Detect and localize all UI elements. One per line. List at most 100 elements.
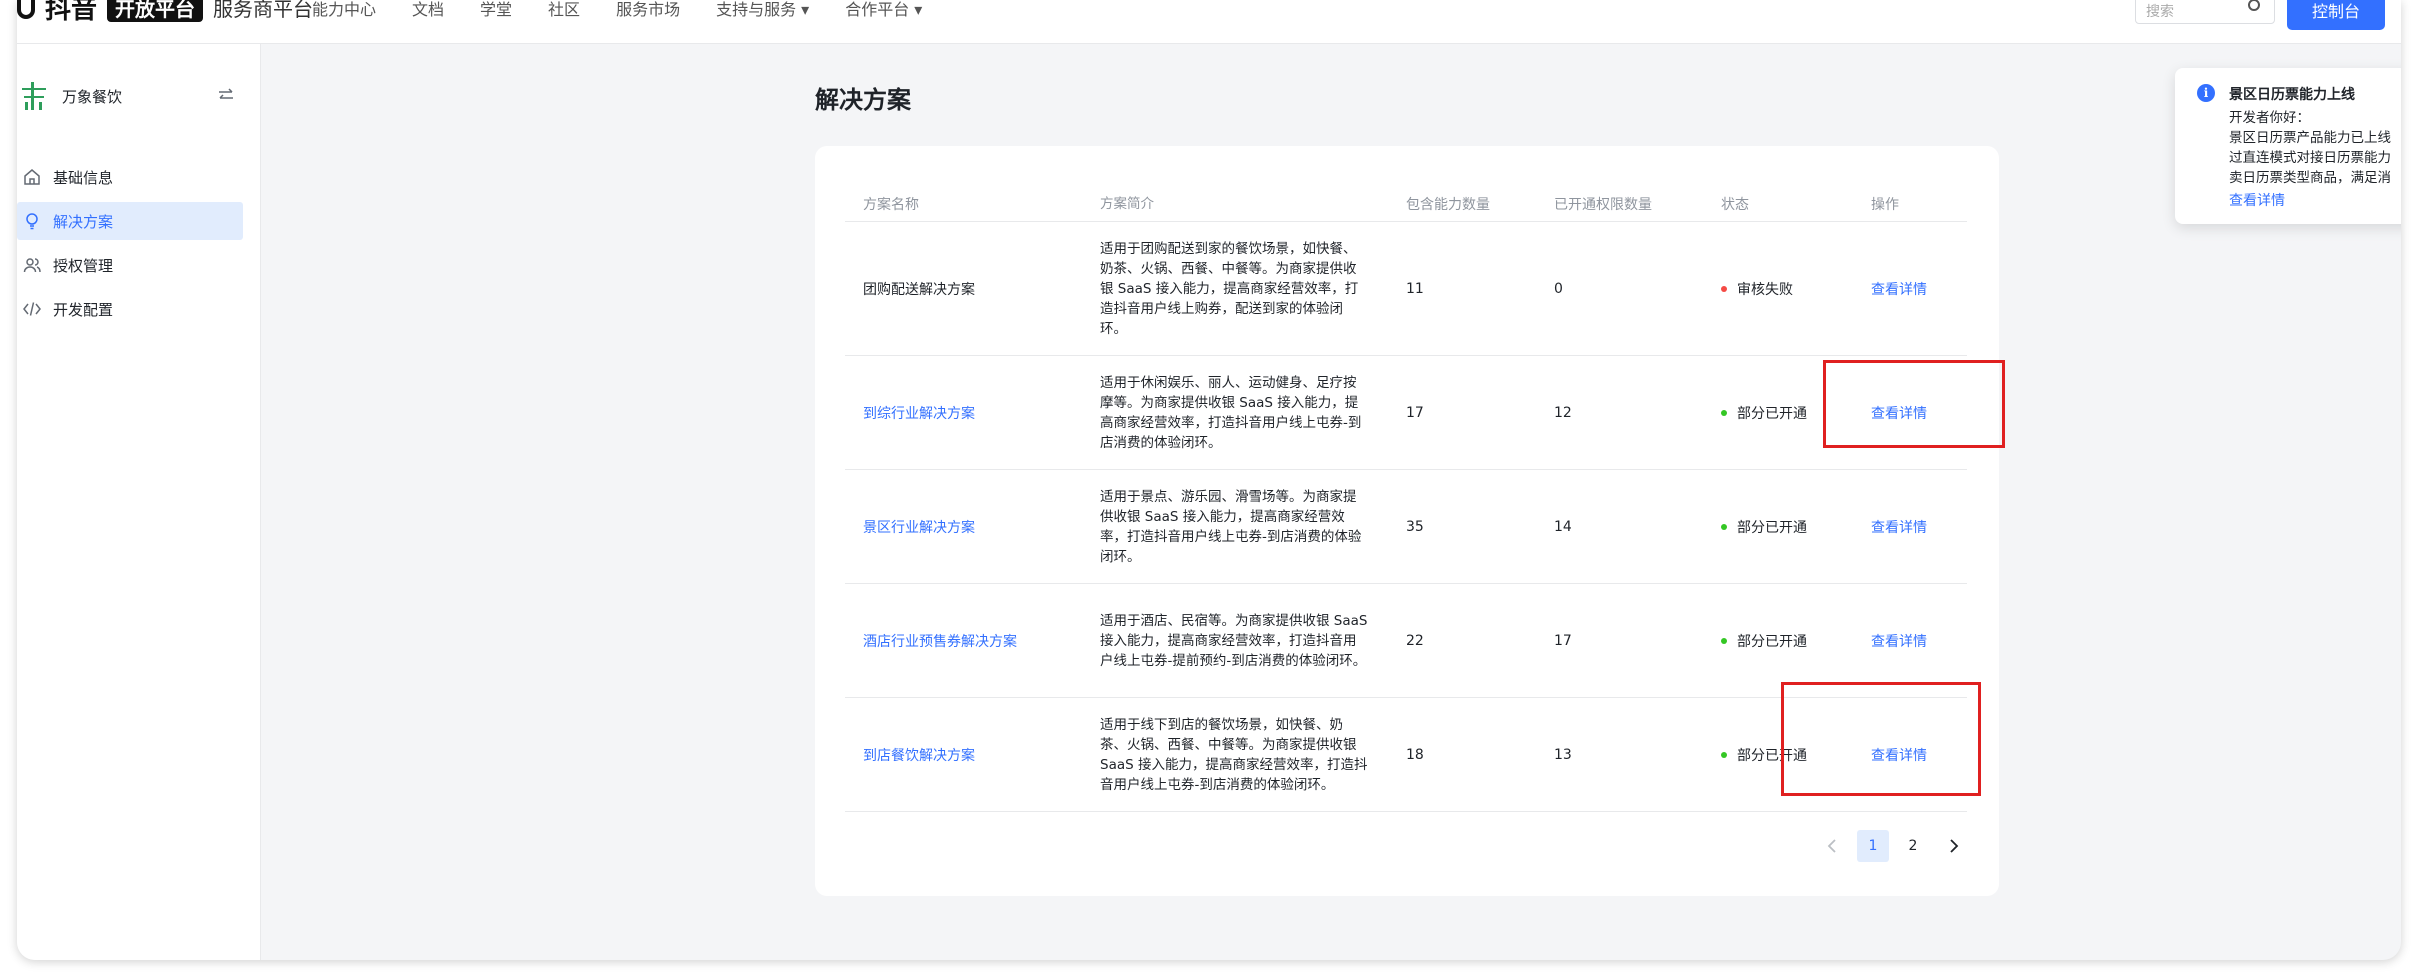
sidebar-item-label: 授权管理 [53, 256, 114, 275]
status-text: 部分已开通 [1737, 519, 1807, 536]
users-icon [23, 258, 41, 273]
solution-name-link[interactable]: 到综行业解决方案 [845, 403, 1082, 423]
annotation-box [1823, 360, 2005, 448]
brand-subtitle: 服务商平台 [213, 0, 314, 21]
ability-count: 11 [1406, 280, 1424, 297]
sidebar-item-authorization[interactable]: 授权管理 [17, 246, 261, 284]
search-input[interactable]: 搜索 [2135, 0, 2275, 24]
page-number[interactable]: 1 [1857, 830, 1889, 862]
status-dot [1721, 523, 1727, 530]
sidebar-item-label: 基础信息 [53, 168, 114, 187]
annotation-box [1781, 682, 1981, 796]
ability-count: 18 [1406, 746, 1424, 763]
column-header: 包含能力数量 [1406, 196, 1490, 213]
status-dot [1721, 409, 1727, 416]
nav-item[interactable]: 学堂 [480, 0, 512, 20]
column-header: 已开通权限数量 [1554, 196, 1652, 213]
solution-name-link[interactable]: 酒店行业预售券解决方案 [845, 631, 1082, 651]
page-title: 解决方案 [815, 86, 911, 114]
ability-count: 22 [1406, 632, 1424, 649]
view-details-link[interactable]: 查看详情 [1853, 631, 1967, 651]
notification-greeting: 开发者你好： [2229, 110, 2310, 126]
brand-logo[interactable]: 抖音 开放平台 服务商平台 [17, 0, 314, 25]
notification-card: i 景区日历票能力上线 开发者你好： 景区日历票产品能力已上线 过直连模式对接日… [2175, 68, 2401, 224]
douyin-icon [17, 0, 35, 19]
notification-line: 过直连模式对接日历票能力 [2229, 150, 2391, 166]
home-icon [24, 169, 40, 185]
table-row: 团购配送解决方案 适用于团购配送到家的餐饮场景，如快餐、奶茶、火锅、西餐、中餐等… [845, 222, 1967, 356]
nav-item[interactable]: 社区 [548, 0, 580, 20]
table-header: 方案名称 方案简介 包含能力数量 已开通权限数量 状态 操作 [845, 186, 1967, 222]
top-nav: 抖音 开放平台 服务商平台 能力中心 文档 学堂 社区 服务市场 支持与服务 ▾… [17, 0, 2401, 44]
app-header: 万象餐饮 [17, 78, 261, 114]
notification-body: 开发者你好： 景区日历票产品能力已上线 过直连模式对接日历票能力 卖日历票类型商… [2229, 108, 2391, 188]
view-details-link[interactable]: 查看详情 [1853, 517, 1967, 537]
status-text: 部分已开通 [1737, 633, 1807, 650]
notification-line: 景区日历票产品能力已上线 [2229, 130, 2391, 146]
nav-item[interactable]: 支持与服务 ▾ [716, 0, 809, 20]
app-window: 抖音 开放平台 服务商平台 能力中心 文档 学堂 社区 服务市场 支持与服务 ▾… [17, 0, 2401, 960]
search-icon[interactable] [2248, 0, 2260, 11]
status-badge: 审核失败 [1703, 279, 1853, 299]
nav-item[interactable]: 服务市场 [616, 0, 680, 20]
status-badge: 部分已开通 [1703, 517, 1853, 537]
sidebar-item-label: 解决方案 [53, 212, 114, 231]
info-icon: i [2197, 84, 2215, 102]
status-text: 审核失败 [1737, 281, 1793, 298]
brand-name: 抖音 [45, 0, 98, 25]
console-button[interactable]: 控制台 [2287, 0, 2385, 30]
opened-count: 17 [1554, 632, 1572, 649]
column-header: 操作 [1871, 196, 1899, 213]
code-icon [23, 302, 41, 316]
opened-count: 0 [1554, 280, 1563, 297]
nav-item[interactable]: 文档 [412, 0, 444, 20]
notification-details-link[interactable]: 查看详情 [2229, 190, 2285, 210]
notification-title: 景区日历票能力上线 [2229, 87, 2355, 103]
notification-line: 卖日历票类型商品，满足消 [2229, 170, 2391, 186]
view-details-link[interactable]: 查看详情 [1853, 279, 1967, 299]
column-header: 状态 [1721, 196, 1749, 213]
column-header: 方案名称 [863, 196, 919, 213]
next-page-icon[interactable] [1937, 830, 1969, 862]
status-badge: 部分已开通 [1703, 631, 1853, 651]
sidebar: 万象餐饮 基础信息 解决方案 授权管理 开发配置 [17, 44, 261, 960]
ability-count: 35 [1406, 518, 1424, 535]
opened-count: 14 [1554, 518, 1572, 535]
solution-description: 适用于休闲娱乐、丽人、运动健身、足疗按摩等。为商家提供收银 SaaS 接入能力，… [1100, 374, 1362, 451]
status-dot [1721, 637, 1727, 644]
solution-description: 适用于团购配送到家的餐饮场景，如快餐、奶茶、火锅、西餐、中餐等。为商家提供收银 … [1100, 240, 1359, 337]
page-number[interactable]: 2 [1897, 830, 1929, 862]
status-text: 部分已开通 [1737, 405, 1807, 422]
swap-icon[interactable] [217, 86, 235, 104]
nav-menu: 能力中心 文档 学堂 社区 服务市场 支持与服务 ▾ 合作平台 ▾ [312, 0, 922, 20]
sidebar-item-basic-info[interactable]: 基础信息 [17, 158, 261, 196]
sidebar-menu: 基础信息 解决方案 授权管理 开发配置 [17, 158, 261, 334]
ability-count: 17 [1406, 404, 1424, 421]
search-placeholder: 搜索 [2146, 4, 2174, 20]
solution-name-link[interactable]: 景区行业解决方案 [845, 517, 1082, 537]
table-row: 酒店行业预售券解决方案 适用于酒店、民宿等。为商家提供收银 SaaS 接入能力，… [845, 584, 1967, 698]
solution-name-link[interactable]: 到店餐饮解决方案 [845, 745, 1082, 765]
column-header: 方案简介 [1100, 195, 1154, 212]
sidebar-item-dev-config[interactable]: 开发配置 [17, 290, 261, 328]
app-logo-icon [19, 80, 49, 114]
solution-description: 适用于线下到店的餐饮场景，如快餐、奶茶、火锅、西餐、中餐等。为商家提供收银 Sa… [1100, 716, 1368, 793]
nav-item[interactable]: 合作平台 ▾ [845, 0, 922, 20]
brand-badge: 开放平台 [107, 0, 204, 22]
table-row: 景区行业解决方案 适用于景点、游乐园、滑雪场等。为商家提供收银 SaaS 接入能… [845, 470, 1967, 584]
table-row: 到综行业解决方案 适用于休闲娱乐、丽人、运动健身、足疗按摩等。为商家提供收银 S… [845, 356, 1967, 470]
pagination: 1 2 [1817, 830, 1969, 862]
sidebar-item-solutions[interactable]: 解决方案 [17, 202, 243, 240]
nav-item[interactable]: 能力中心 [312, 0, 376, 20]
solution-name: 团购配送解决方案 [863, 281, 975, 298]
prev-page-icon[interactable] [1817, 830, 1849, 862]
status-dot [1721, 285, 1727, 292]
opened-count: 13 [1554, 746, 1572, 763]
solution-description: 适用于景点、游乐园、滑雪场等。为商家提供收银 SaaS 接入能力，提高商家经营效… [1100, 488, 1362, 565]
solution-description: 适用于酒店、民宿等。为商家提供收银 SaaS 接入能力，提高商家经营效率，打造抖… [1100, 612, 1368, 669]
status-dot [1721, 751, 1727, 758]
sidebar-item-label: 开发配置 [53, 300, 114, 319]
bulb-icon [26, 213, 38, 230]
app-name: 万象餐饮 [62, 88, 123, 106]
opened-count: 12 [1554, 404, 1572, 421]
